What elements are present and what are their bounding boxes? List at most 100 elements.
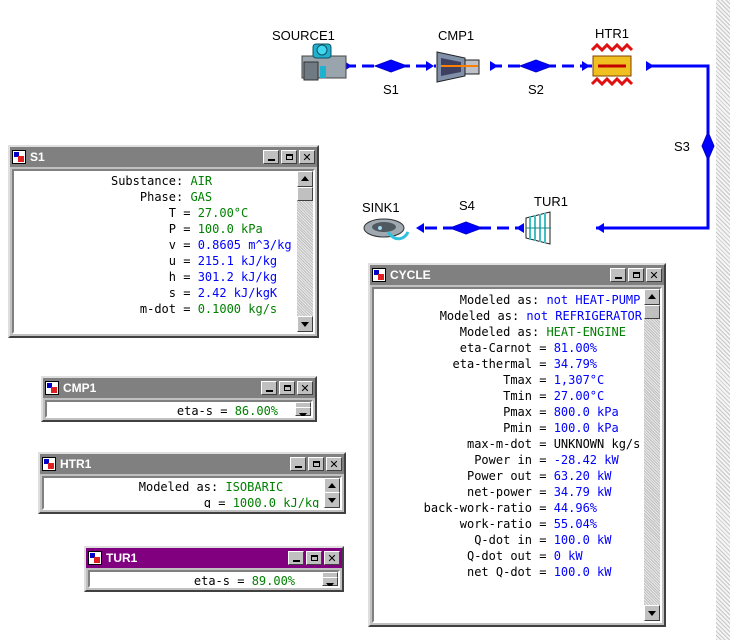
property-row[interactable]: Q-dot in = 100.0 kW bbox=[374, 532, 642, 548]
minimize-button[interactable] bbox=[288, 551, 304, 565]
property-value[interactable]: 0 kW bbox=[554, 548, 583, 564]
property-value[interactable]: 34.79% bbox=[554, 356, 597, 372]
property-row[interactable]: back-work-ratio = 44.96% bbox=[374, 500, 642, 516]
property-value[interactable]: 100.0 kPa bbox=[198, 221, 263, 237]
property-row[interactable]: Tmin = 27.00°C bbox=[374, 388, 642, 404]
property-value[interactable]: not HEAT-PUMP bbox=[546, 292, 640, 308]
property-value[interactable]: -28.42 kW bbox=[554, 452, 619, 468]
vertical-scrollbar[interactable] bbox=[297, 171, 313, 332]
property-value[interactable]: 800.0 kPa bbox=[554, 404, 619, 420]
close-button[interactable]: ✕ bbox=[297, 381, 313, 395]
property-value[interactable]: 100.0 kW bbox=[554, 532, 612, 548]
window-titlebar-active[interactable]: TUR1 ✕ bbox=[86, 548, 342, 568]
component-label-source1[interactable]: SOURCE1 bbox=[272, 28, 335, 43]
close-button[interactable]: ✕ bbox=[324, 551, 340, 565]
close-button[interactable]: ✕ bbox=[299, 150, 315, 164]
property-row[interactable]: Substance: AIR bbox=[14, 173, 295, 189]
property-value[interactable]: not REFRIGERATOR bbox=[526, 308, 642, 324]
property-row[interactable]: Phase: GAS bbox=[14, 189, 295, 205]
property-row[interactable]: eta-s = 89.00% bbox=[90, 573, 320, 586]
scroll-down-button[interactable] bbox=[324, 492, 340, 508]
window-titlebar[interactable]: S1 ✕ bbox=[10, 147, 317, 167]
component-window-cmp1[interactable]: CMP1 ✕ eta-s = 86.00% bbox=[41, 376, 317, 422]
property-row[interactable]: Pmax = 800.0 kPa bbox=[374, 404, 642, 420]
canvas-scroll-edge[interactable] bbox=[716, 0, 730, 640]
stream-window-s1[interactable]: S1 ✕ Substance: AIR Phase: GAS T = 27.00°C… bbox=[8, 145, 319, 338]
stream-label-s2[interactable]: S2 bbox=[528, 82, 544, 97]
property-value[interactable]: 0.8605 m^3/kg bbox=[198, 237, 292, 253]
property-row[interactable]: u = 215.1 kJ/kg bbox=[14, 253, 295, 269]
property-value[interactable]: 100.0 kW bbox=[554, 564, 612, 580]
close-button[interactable]: ✕ bbox=[326, 457, 342, 471]
property-value[interactable]: 301.2 kJ/kg bbox=[198, 269, 277, 285]
property-value[interactable]: UNKNOWN kg/s bbox=[554, 436, 641, 452]
cycle-window[interactable]: CYCLE ✕ Modeled as: not HEAT-PUMP Modeled… bbox=[368, 263, 666, 627]
minimize-button[interactable] bbox=[290, 457, 306, 471]
property-value[interactable]: 100.0 kPa bbox=[554, 420, 619, 436]
property-row[interactable]: m-dot = 0.1000 kg/s bbox=[14, 301, 295, 317]
property-row[interactable]: eta-s = 86.00% bbox=[47, 403, 293, 416]
property-row[interactable]: Power in = -28.42 kW bbox=[374, 452, 642, 468]
property-row[interactable]: Pmin = 100.0 kPa bbox=[374, 420, 642, 436]
property-row[interactable]: max-m-dot = UNKNOWN kg/s bbox=[374, 436, 642, 452]
component-label-cmp1[interactable]: CMP1 bbox=[438, 28, 474, 43]
property-value[interactable]: 1000.0 kJ/kg bbox=[233, 495, 320, 508]
vertical-scrollbar[interactable] bbox=[324, 478, 340, 508]
property-row[interactable]: net-power = 34.79 kW bbox=[374, 484, 642, 500]
scroll-thumb[interactable] bbox=[297, 187, 313, 201]
scroll-thumb[interactable] bbox=[644, 305, 660, 319]
spin-control[interactable] bbox=[322, 572, 338, 586]
property-row[interactable]: v = 0.8605 m^3/kg bbox=[14, 237, 295, 253]
property-value[interactable]: 2.42 kJ/kgK bbox=[198, 285, 277, 301]
scroll-up-button[interactable] bbox=[644, 289, 660, 305]
window-titlebar[interactable]: HTR1 ✕ bbox=[40, 454, 344, 474]
property-value[interactable]: ISOBARIC bbox=[225, 479, 283, 495]
component-window-htr1[interactable]: HTR1 ✕ Modeled as: ISOBARIC q = 1000.0 kJ… bbox=[38, 452, 346, 514]
property-row[interactable]: T = 27.00°C bbox=[14, 205, 295, 221]
maximize-button[interactable] bbox=[279, 381, 295, 395]
property-row[interactable]: eta-thermal = 34.79% bbox=[374, 356, 642, 372]
property-value[interactable]: 44.96% bbox=[554, 500, 597, 516]
component-window-tur1[interactable]: TUR1 ✕ eta-s = 89.00% bbox=[84, 546, 344, 592]
scroll-up-button[interactable] bbox=[297, 171, 313, 187]
spin-down-button[interactable] bbox=[322, 577, 338, 586]
property-value[interactable]: 34.79 kW bbox=[554, 484, 612, 500]
spin-control[interactable] bbox=[295, 402, 311, 416]
property-value[interactable]: AIR bbox=[190, 173, 212, 189]
close-button[interactable]: ✕ bbox=[646, 268, 662, 282]
spin-down-button[interactable] bbox=[295, 407, 311, 416]
property-row[interactable]: Q-dot out = 0 kW bbox=[374, 548, 642, 564]
minimize-button[interactable] bbox=[263, 150, 279, 164]
component-label-htr1[interactable]: HTR1 bbox=[595, 26, 629, 41]
property-row[interactable]: work-ratio = 55.04% bbox=[374, 516, 642, 532]
vertical-scrollbar[interactable] bbox=[644, 289, 660, 621]
property-value[interactable]: 215.1 kJ/kg bbox=[198, 253, 277, 269]
property-value[interactable]: 27.00°C bbox=[554, 388, 605, 404]
maximize-button[interactable] bbox=[628, 268, 644, 282]
property-row[interactable]: net Q-dot = 100.0 kW bbox=[374, 564, 642, 580]
maximize-button[interactable] bbox=[306, 551, 322, 565]
property-value[interactable]: GAS bbox=[190, 189, 212, 205]
stream-label-s1[interactable]: S1 bbox=[383, 82, 399, 97]
property-value[interactable]: 0.1000 kg/s bbox=[198, 301, 277, 317]
property-row[interactable]: h = 301.2 kJ/kg bbox=[14, 269, 295, 285]
property-row[interactable]: P = 100.0 kPa bbox=[14, 221, 295, 237]
component-label-tur1[interactable]: TUR1 bbox=[534, 194, 568, 209]
window-titlebar[interactable]: CMP1 ✕ bbox=[43, 378, 315, 398]
stream-label-s3[interactable]: S3 bbox=[674, 139, 690, 154]
property-row[interactable]: Modeled as: not REFRIGERATOR bbox=[374, 308, 642, 324]
property-value[interactable]: 89.00% bbox=[252, 573, 295, 586]
property-value[interactable]: 81.00% bbox=[554, 340, 597, 356]
component-label-sink1[interactable]: SINK1 bbox=[362, 200, 400, 215]
property-row[interactable]: Modeled as: ISOBARIC bbox=[44, 479, 322, 495]
property-row[interactable]: Tmax = 1,307°C bbox=[374, 372, 642, 388]
property-row[interactable]: Modeled as: HEAT-ENGINE bbox=[374, 324, 642, 340]
property-value[interactable]: 86.00% bbox=[235, 403, 278, 416]
property-row[interactable]: Modeled as: not HEAT-PUMP bbox=[374, 292, 642, 308]
property-value[interactable]: 27.00°C bbox=[198, 205, 249, 221]
minimize-button[interactable] bbox=[610, 268, 626, 282]
maximize-button[interactable] bbox=[308, 457, 324, 471]
property-row[interactable]: Power out = 63.20 kW bbox=[374, 468, 642, 484]
property-value[interactable]: 1,307°C bbox=[554, 372, 605, 388]
property-row[interactable]: s = 2.42 kJ/kgK bbox=[14, 285, 295, 301]
